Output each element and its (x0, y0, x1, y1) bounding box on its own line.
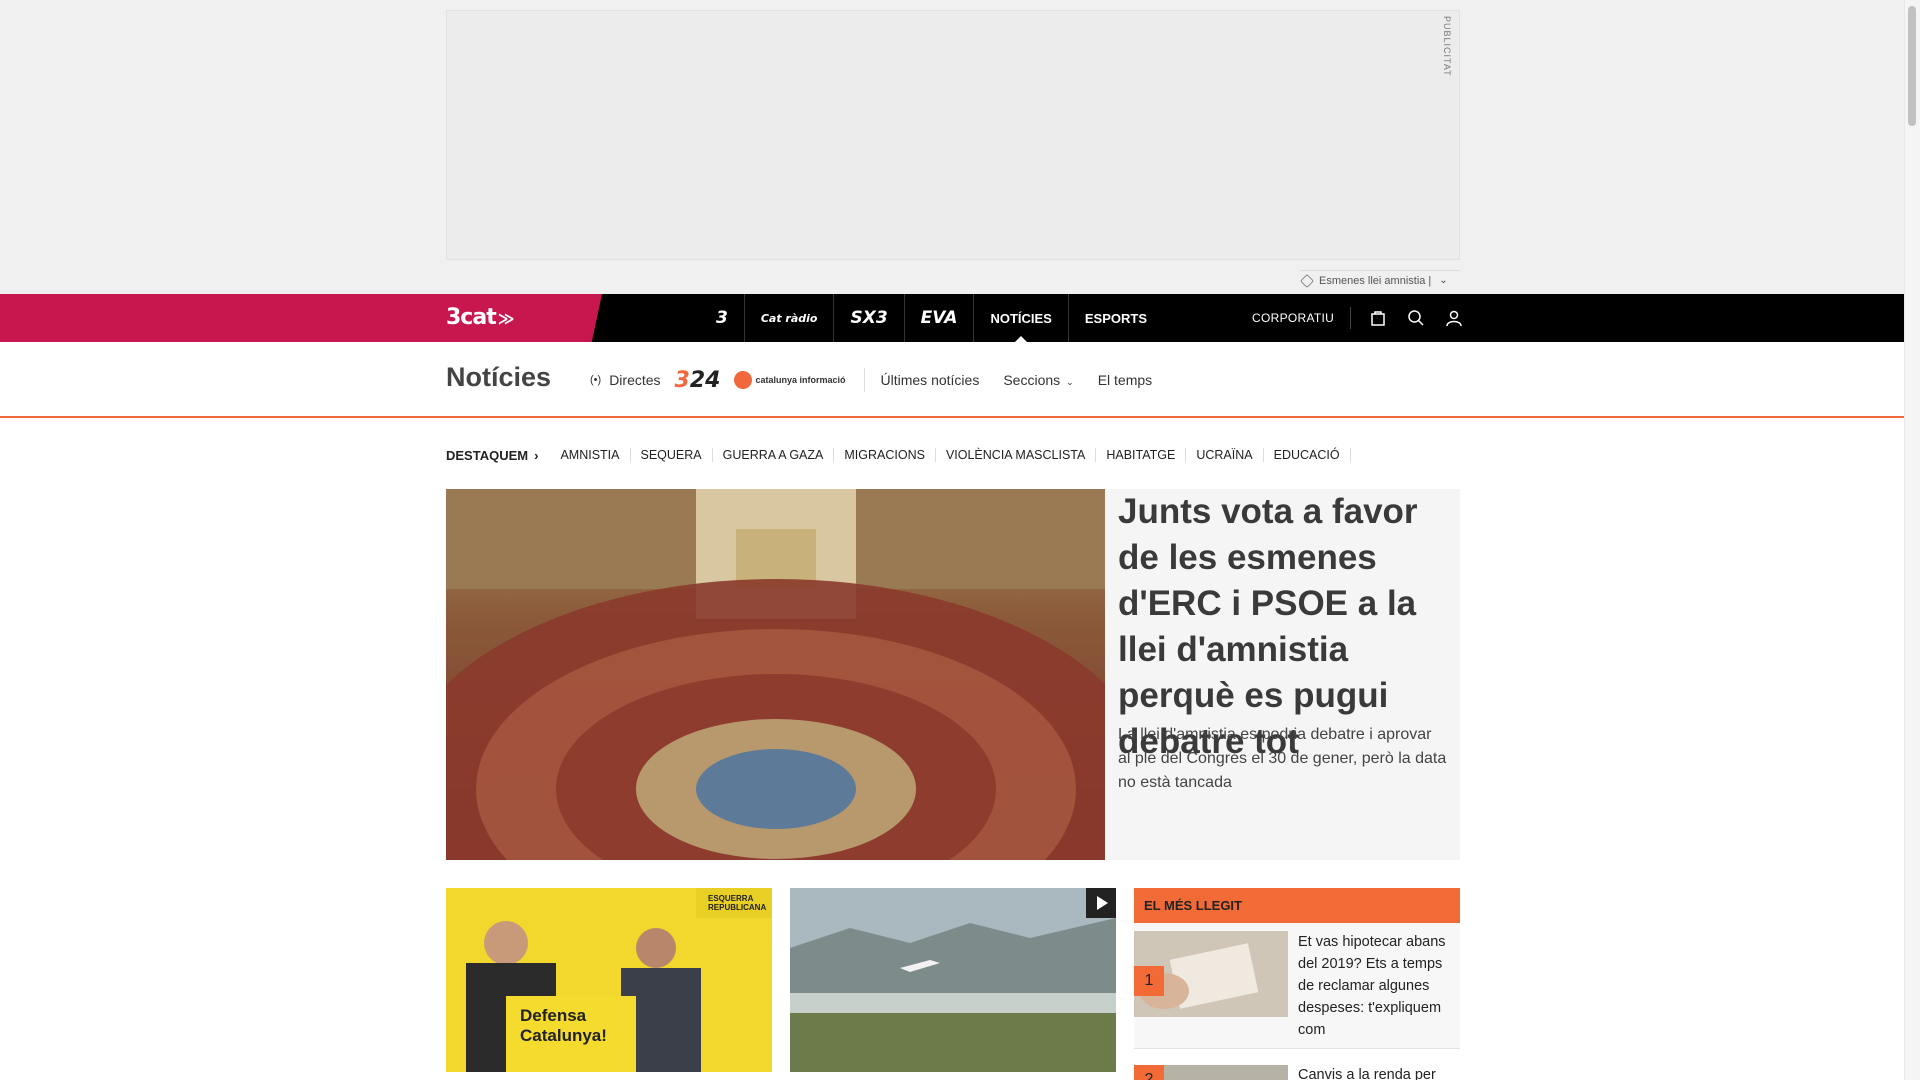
weather-link[interactable]: El temps (1098, 372, 1152, 388)
directes-label: Directes (609, 372, 661, 388)
highlight-item[interactable]: HABITATGE (1096, 448, 1187, 462)
section-bar: Notícies (•) Directes 324 catalunya info… (0, 342, 1904, 418)
most-read-title: EL MÉS LLEGIT (1134, 888, 1460, 923)
highlight-item[interactable]: VIOLÈNCIA MASCLISTA (936, 448, 1097, 462)
search-icon[interactable] (1397, 294, 1435, 342)
tag-icon (1299, 273, 1315, 288)
highlight-item[interactable]: AMNISTIA (550, 448, 631, 462)
card-banner-text: ESQUERRA REPUBLICANA (708, 894, 767, 912)
corporate-link[interactable]: CORPORATIU (1252, 307, 1352, 329)
ad-zone: PUBLICITAT Esmenes llei amnistia | ⌄ (0, 0, 1904, 294)
chevron-down-icon: ⌄ (1439, 275, 1448, 286)
page-title[interactable]: Notícies (446, 362, 551, 393)
chevron-right-icon: › (534, 447, 539, 463)
ci-mark-icon (734, 371, 753, 389)
highlights-title[interactable]: DESTAQUEM › (446, 448, 538, 463)
list-item-title[interactable]: Canvis a la renda per (1298, 1064, 1436, 1080)
rank-badge: 2 (1134, 1065, 1164, 1080)
highlights-bar: DESTAQUEM › AMNISTIA SEQUERA GUERRA A GA… (446, 445, 1351, 465)
nav-right: CORPORATIU (1252, 294, 1473, 342)
main-nav: 3cat ≫ 3 Cat ràdio SX3 EVA NOTÍCIES ESPOR… (0, 294, 1904, 342)
topic-selector-label: Esmenes llei amnistia | (1319, 274, 1432, 287)
page-scrollbar[interactable] (1904, 0, 1920, 1080)
scrollbar-thumb[interactable] (1908, 6, 1916, 126)
highlight-item[interactable]: GUERRA A GAZA (713, 448, 835, 462)
highlight-item[interactable]: EDUCACIÓ (1264, 448, 1351, 462)
channel-eva[interactable]: EVA (905, 294, 975, 342)
shop-bag-icon[interactable] (1359, 294, 1397, 342)
chevron-down-icon: ⌄ (1066, 377, 1074, 387)
channel-sx3[interactable]: SX3 (834, 294, 905, 342)
hero-summary: La llei d'amnistia es podria debatre i a… (1118, 726, 1447, 791)
article-card-image[interactable] (790, 888, 1116, 1072)
highlight-item[interactable]: SEQUERA (631, 448, 713, 462)
most-read-panel: EL MÉS LLEGIT 1 Et vas hipotecar abans d… (1134, 888, 1460, 1080)
channel-noticies[interactable]: NOTÍCIES (974, 294, 1069, 342)
list-item-thumbnail[interactable] (1164, 1065, 1288, 1080)
channel-catradio[interactable]: Cat ràdio (745, 294, 835, 342)
hero-article[interactable]: Junts vota a favor de les esmenes d'ERC … (446, 489, 1460, 860)
latest-news-link[interactable]: Últimes notícies (881, 372, 980, 388)
channel-tv3[interactable]: 3 (700, 294, 745, 342)
list-item[interactable]: 1 Et vas hipotecar abans del 2019? Ets a… (1134, 923, 1460, 1049)
article-card-image[interactable]: Defensa Catalunya! ESQUERRA REPUBLICANA (446, 888, 772, 1072)
highlight-item[interactable]: MIGRACIONS (834, 448, 936, 462)
ad-banner[interactable] (446, 10, 1460, 260)
catalunya-informacio-logo[interactable]: catalunya informació (734, 368, 865, 392)
list-item-title[interactable]: Et vas hipotecar abans del 2019? Ets a t… (1298, 931, 1450, 1041)
user-icon[interactable] (1435, 294, 1473, 342)
channel-esports[interactable]: ESPORTS (1069, 294, 1163, 342)
card-image-text: Defensa Catalunya! (520, 1006, 607, 1045)
highlight-item[interactable]: UCRAÏNA (1186, 448, 1264, 462)
channel-list: 3 Cat ràdio SX3 EVA NOTÍCIES ESPORTS (700, 294, 1163, 342)
rank-badge: 1 (1134, 966, 1164, 996)
hero-image[interactable] (446, 489, 1105, 860)
sections-dropdown[interactable]: Seccions ⌄ (1003, 372, 1073, 388)
topic-selector[interactable]: Esmenes llei amnistia | ⌄ (1299, 270, 1460, 290)
directes-link[interactable]: (•) Directes (590, 372, 661, 388)
broadcast-icon: (•) (590, 374, 602, 386)
section-links: (•) Directes 324 catalunya informació Úl… (590, 342, 1160, 418)
list-item[interactable]: 2 Canvis a la renda per (1134, 1062, 1460, 1080)
channel-324-logo[interactable]: 324 (675, 368, 721, 393)
play-icon[interactable] (1086, 888, 1116, 918)
ad-label: PUBLICITAT (1442, 16, 1452, 77)
brand-logo[interactable]: 3cat ≫ (446, 305, 514, 330)
